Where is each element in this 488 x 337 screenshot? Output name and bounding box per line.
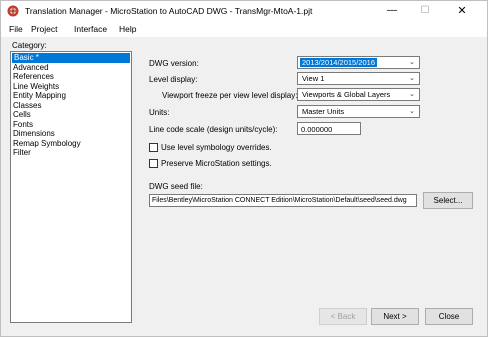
close-window-button[interactable]: ✕: [447, 1, 477, 21]
level-display-select[interactable]: View 1 ⌄: [297, 72, 420, 85]
chevron-down-icon: ⌄: [409, 91, 415, 98]
translation-manager-icon: [7, 5, 19, 17]
category-item-classes[interactable]: Classes: [11, 101, 131, 111]
use-level-symbology-label: Use level symbology overrides.: [161, 143, 272, 152]
viewport-freeze-select[interactable]: Viewports & Global Layers ⌄: [297, 88, 420, 101]
menu-project[interactable]: Project: [31, 24, 57, 34]
units-select[interactable]: Master Units ⌄: [297, 105, 420, 118]
back-button[interactable]: < Back: [319, 308, 367, 325]
preserve-settings-checkbox[interactable]: [149, 159, 158, 168]
level-display-value: View 1: [302, 74, 325, 83]
chevron-down-icon: ⌄: [409, 75, 415, 82]
next-button[interactable]: Next >: [371, 308, 419, 325]
category-item-cells[interactable]: Cells: [11, 110, 131, 120]
title-bar: Translation Manager - MicroStation to Au…: [1, 1, 487, 21]
chevron-down-icon: ⌄: [409, 108, 415, 115]
minimize-button[interactable]: —: [377, 1, 407, 21]
menu-file[interactable]: File: [9, 24, 23, 34]
use-level-symbology-checkbox[interactable]: [149, 143, 158, 152]
dwg-version-select[interactable]: 2013/2014/2015/2016 ⌄: [297, 56, 420, 69]
line-code-scale-value: 0.000000: [301, 125, 333, 134]
category-label: Category:: [12, 41, 47, 50]
category-item-advanced[interactable]: Advanced: [11, 63, 131, 73]
dwg-version-value: 2013/2014/2015/2016: [300, 58, 377, 67]
category-item-fonts[interactable]: Fonts: [11, 120, 131, 130]
seed-file-field[interactable]: Files\Bentley\MicroStation CONNECT Editi…: [149, 194, 417, 207]
translation-manager-window: Translation Manager - MicroStation to Au…: [0, 0, 488, 337]
category-item-references[interactable]: References: [11, 72, 131, 82]
dwg-version-label: DWG version:: [149, 59, 199, 68]
seed-file-label: DWG seed file:: [149, 182, 203, 191]
chevron-down-icon: ⌄: [409, 59, 415, 66]
category-item-entity-mapping[interactable]: Entity Mapping: [11, 91, 131, 101]
category-list[interactable]: Basic * Advanced References Line Weights…: [10, 51, 132, 323]
line-code-scale-label: Line code scale (design units/cycle):: [149, 125, 278, 134]
level-display-label: Level display:: [149, 75, 198, 84]
line-code-scale-field[interactable]: 0.000000: [297, 122, 361, 135]
preserve-settings-label: Preserve MicroStation settings.: [161, 159, 272, 168]
units-value: Master Units: [302, 107, 345, 116]
window-title: Translation Manager - MicroStation to Au…: [25, 6, 313, 16]
category-item-filter[interactable]: Filter: [11, 148, 131, 158]
category-item-remap-symbology[interactable]: Remap Symbology: [11, 139, 131, 149]
category-item-basic[interactable]: Basic *: [12, 53, 130, 63]
category-item-line-weights[interactable]: Line Weights: [11, 82, 131, 92]
select-seed-button[interactable]: Select...: [423, 192, 473, 209]
menu-interface[interactable]: Interface: [74, 24, 107, 34]
menu-help[interactable]: Help: [119, 24, 136, 34]
close-button[interactable]: Close: [425, 308, 473, 325]
units-label: Units:: [149, 108, 170, 117]
seed-file-value: Files\Bentley\MicroStation CONNECT Editi…: [152, 197, 407, 204]
menu-bar: File Project Interface Help: [1, 21, 487, 37]
viewport-freeze-label: Viewport freeze per view level display:: [162, 91, 298, 100]
category-item-dimensions[interactable]: Dimensions: [11, 129, 131, 139]
viewport-freeze-value: Viewports & Global Layers: [302, 90, 391, 99]
maximize-button[interactable]: ☐: [410, 1, 440, 21]
